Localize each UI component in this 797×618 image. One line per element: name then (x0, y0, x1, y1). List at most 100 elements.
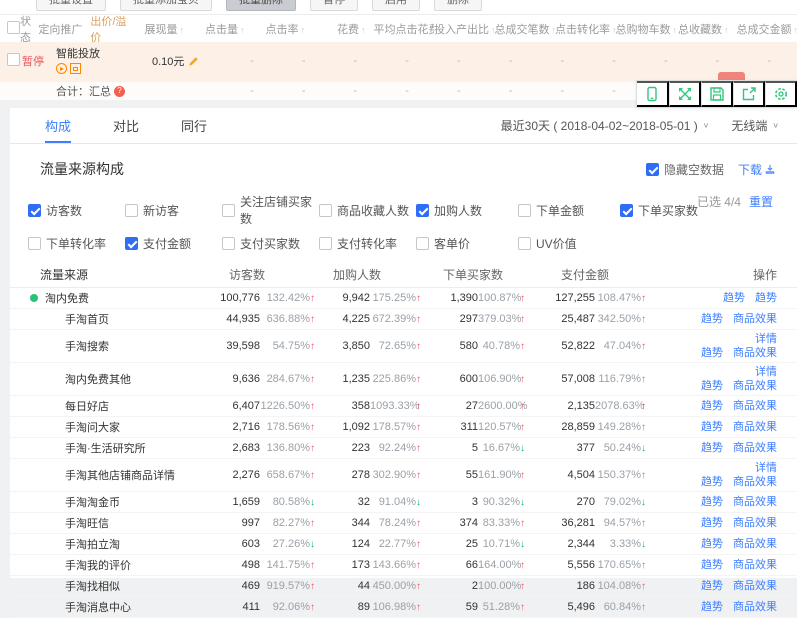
metric-filter-UV价值[interactable]: UV价值 (518, 235, 620, 252)
reset-link[interactable]: 重置 (749, 193, 773, 210)
metric-column-header[interactable]: 总收藏数↑ (676, 21, 737, 37)
trend-link[interactable]: 趋势 (701, 517, 723, 529)
product-effect-link[interactable]: 商品效果 (733, 347, 777, 359)
trend-link[interactable]: 趋势 (723, 292, 745, 304)
filter-checkbox[interactable] (319, 204, 332, 217)
metric-filter-下单转化率[interactable]: 下单转化率 (28, 235, 125, 252)
promo-card-icon[interactable] (70, 63, 81, 74)
toolbar-button[interactable]: 删除 (434, 0, 482, 11)
filter-checkbox[interactable] (28, 237, 41, 250)
metric-column-header[interactable]: 点击量↑ (192, 21, 253, 37)
metric-column-header[interactable]: 展现量↑ (132, 21, 193, 37)
table-row[interactable]: 手淘淘金币1,65980.58%↓3291.04%↓390.32%↓27079.… (10, 492, 797, 513)
product-effect-link[interactable]: 商品效果 (733, 400, 777, 412)
metric-column-header[interactable]: 平均点击花费↑ (374, 21, 435, 37)
table-row[interactable]: 手淘找相似469919.57%↑44450.00%↑2100.00%↑18610… (10, 576, 797, 597)
table-row[interactable]: 手淘问大家2,716178.56%↑1,092178.57%↑311120.57… (10, 417, 797, 438)
toolbar-button[interactable]: 启用 (372, 0, 420, 11)
table-row[interactable]: 手淘消息中心41192.06%↑89106.98%↑5951.28%↑5,496… (10, 597, 797, 618)
trend-link[interactable]: 趋势 (701, 347, 723, 359)
trend-link[interactable]: 趋势 (701, 559, 723, 571)
product-effect-link[interactable]: 商品效果 (733, 421, 777, 433)
filter-checkbox[interactable] (125, 237, 138, 250)
metric-filter-下单金额[interactable]: 下单金额 (518, 193, 620, 227)
filter-checkbox[interactable] (125, 204, 138, 217)
hide-empty-checkbox[interactable] (646, 163, 659, 176)
trend-link[interactable]: 趋势 (701, 580, 723, 592)
metric-filter-访客数[interactable]: 访客数 (28, 193, 125, 227)
trend-link[interactable]: 趋势 (701, 400, 723, 412)
toolbar-button[interactable]: 批量设置 (36, 0, 106, 11)
product-effect-link[interactable]: 商品效果 (733, 496, 777, 508)
product-effect-link[interactable]: 商品效果 (733, 538, 777, 550)
table-row[interactable]: 手淘搜索39,59854.75%↑3,85072.65%↑58040.78%↑5… (10, 330, 797, 363)
table-row[interactable]: 淘内免费100,776132.42%↑9,942175.25%↑1,390100… (10, 288, 797, 309)
help-icon[interactable]: ? (114, 86, 125, 97)
filter-checkbox[interactable] (518, 204, 531, 217)
metric-filter-关注店铺买家数[interactable]: 关注店铺买家数 (222, 193, 319, 227)
metric-filter-客单价[interactable]: 客单价 (416, 235, 518, 252)
table-row[interactable]: 手淘·生活研究所2,683136.80%↑22392.24%↑516.67%↓3… (10, 438, 797, 459)
product-effect-link[interactable]: 商品效果 (733, 442, 777, 454)
metric-filter-新访客[interactable]: 新访客 (125, 193, 222, 227)
filter-checkbox[interactable] (319, 237, 332, 250)
metric-filter-支付金额[interactable]: 支付金额 (125, 235, 222, 252)
filter-checkbox[interactable] (518, 237, 531, 250)
export-button[interactable] (733, 81, 765, 107)
table-row[interactable]: 手淘其他店铺商品详情2,276658.67%↑278302.90%↑55161.… (10, 459, 797, 492)
trend-link[interactable]: 趋势 (701, 442, 723, 454)
trend-link[interactable]: 趋势 (701, 601, 723, 613)
detail-link[interactable]: 详情 (755, 333, 777, 345)
metric-column-header[interactable]: 点击转化率↑ (555, 21, 616, 37)
filter-checkbox[interactable] (222, 204, 235, 217)
terminal-select[interactable]: 无线端 ∨ (731, 117, 779, 134)
metric-column-header[interactable]: 总购物车数↑ (616, 21, 677, 37)
filter-checkbox[interactable] (416, 237, 429, 250)
download-link[interactable]: 下载 (738, 161, 775, 178)
product-effect-link[interactable]: 商品效果 (733, 380, 777, 392)
trend-link[interactable]: 趋势 (701, 496, 723, 508)
row-checkbox[interactable] (7, 53, 20, 66)
filter-checkbox[interactable] (222, 237, 235, 250)
product-effect-link[interactable]: 商品效果 (733, 559, 777, 571)
product-effect-link[interactable]: 商品效果 (733, 313, 777, 325)
table-row[interactable]: 手淘首页44,935636.88%↑4,225672.39%↑297379.03… (10, 309, 797, 330)
metric-column-header[interactable]: 投入产出比↑ (434, 21, 495, 37)
tab-对比[interactable]: 对比 (113, 108, 139, 143)
table-row[interactable]: 淘内免费其他9,636284.67%↑1,235225.86%↑600106.9… (10, 363, 797, 396)
table-row[interactable]: 手淘我的评价498141.75%↑173143.66%↑66164.00%↑5,… (10, 555, 797, 576)
toolbar-button[interactable]: 暂停 (310, 0, 358, 11)
table-row[interactable]: 手淘旺信99782.27%↑34478.24%↑37483.33%↑36,281… (10, 513, 797, 534)
trend-link[interactable]: 趋势 (701, 476, 723, 488)
metric-column-header[interactable]: 点击率↑ (253, 21, 314, 37)
metric-column-header[interactable]: 总成交笔数↑ (495, 21, 556, 37)
toolbar-button[interactable]: 批量添加宝贝 (120, 0, 212, 11)
mobile-preview-button[interactable] (637, 81, 669, 107)
metric-column-header[interactable]: 总成交金额↑ (737, 21, 797, 37)
metric-filter-商品收藏人数[interactable]: 商品收藏人数 (319, 193, 416, 227)
metric-filter-加购人数[interactable]: 加购人数 (416, 193, 518, 227)
tab-构成[interactable]: 构成 (45, 108, 71, 143)
save-button[interactable] (701, 81, 733, 107)
toolbar-button[interactable]: 批量删除 (226, 0, 296, 11)
tab-同行[interactable]: 同行 (181, 108, 207, 143)
campaign-row[interactable]: 暂停 智能投放 0.10元 ----------- (0, 42, 797, 82)
date-range-select[interactable]: 最近30天 ( 2018-04-02~2018-05-01 ) ∨ (501, 117, 710, 134)
trend-link[interactable]: 趋势 (701, 538, 723, 550)
table-row[interactable]: 手淘拍立淘60327.26%↓12422.77%↑2510.71%↓2,3443… (10, 534, 797, 555)
filter-checkbox[interactable] (620, 204, 633, 217)
select-all-checkbox[interactable] (7, 21, 20, 34)
edit-pencil-icon[interactable] (188, 56, 199, 67)
detail-link[interactable]: 详情 (755, 366, 777, 378)
trend-link[interactable]: 趋势 (701, 421, 723, 433)
product-effect-link[interactable]: 商品效果 (733, 517, 777, 529)
product-effect-link[interactable]: 商品效果 (733, 601, 777, 613)
detail-link[interactable]: 详情 (755, 462, 777, 474)
settings-button[interactable] (765, 81, 797, 107)
trend-link[interactable]: 趋势 (701, 313, 723, 325)
play-circle-icon[interactable] (56, 63, 67, 74)
product-effect-link[interactable]: 商品效果 (733, 476, 777, 488)
metric-filter-支付转化率[interactable]: 支付转化率 (319, 235, 416, 252)
trend-link[interactable]: 趋势 (755, 292, 777, 304)
filter-checkbox[interactable] (28, 204, 41, 217)
